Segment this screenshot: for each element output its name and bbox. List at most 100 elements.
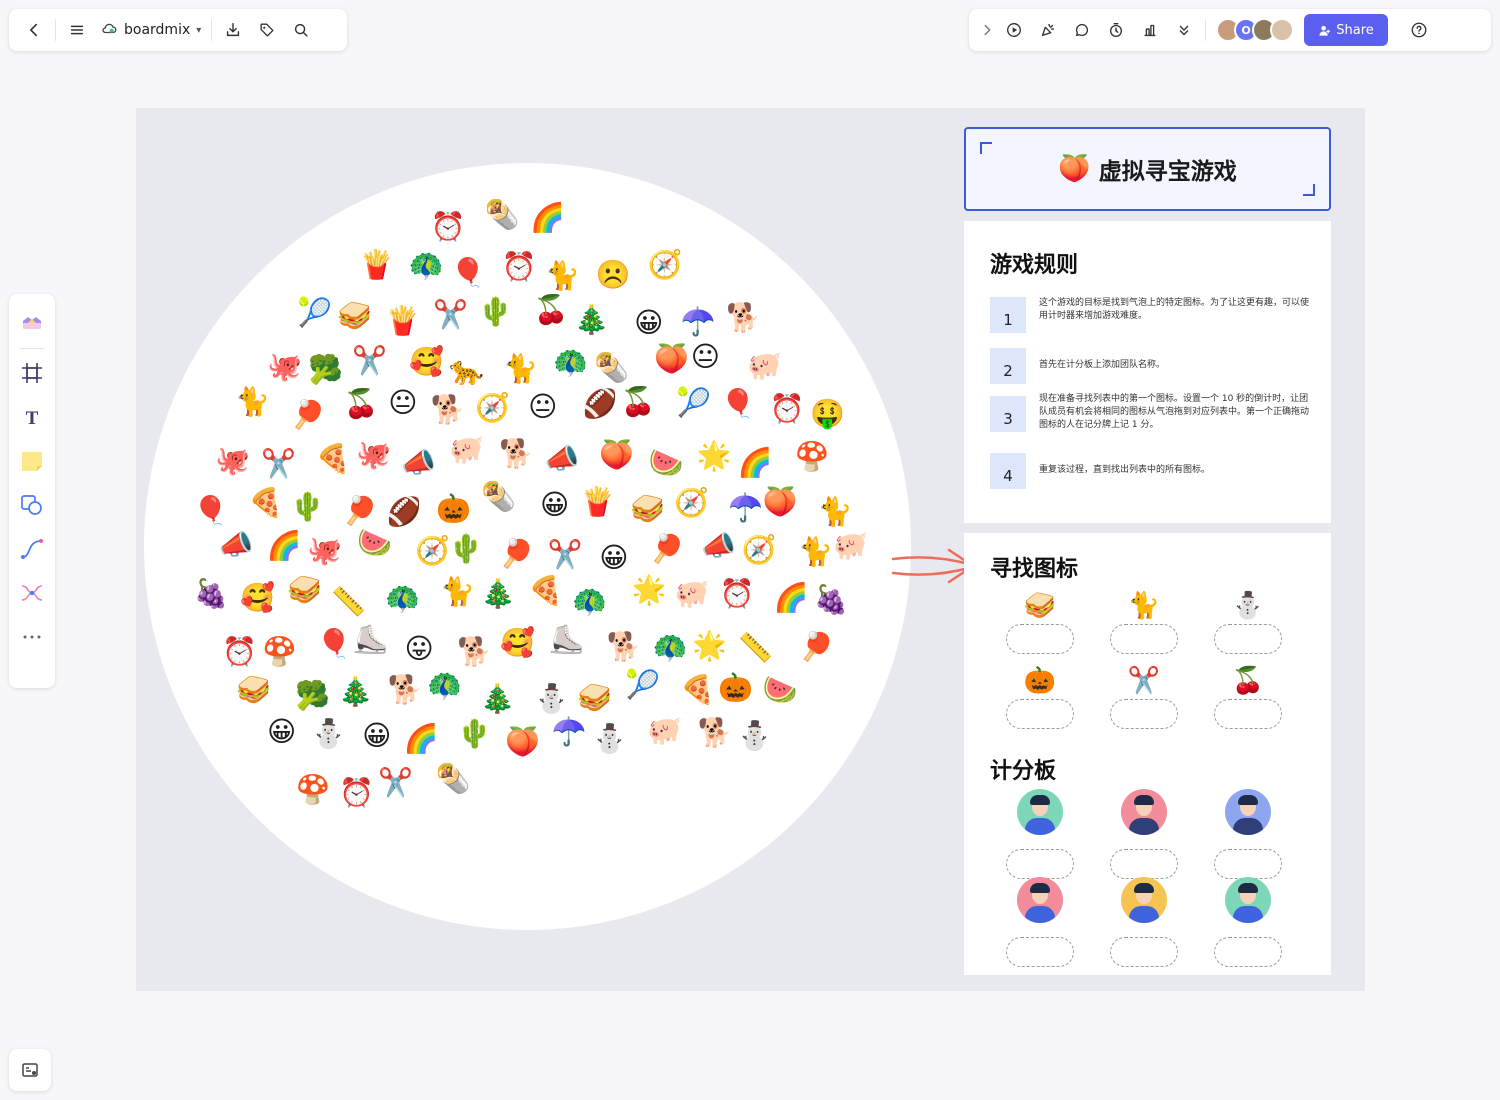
drop-slot[interactable] [1006,624,1074,654]
back-icon[interactable] [17,14,51,46]
bubble-emoji[interactable]: 🍇 [194,580,229,614]
chevron-right-icon[interactable] [977,14,997,46]
shapes-tool-icon[interactable] [15,483,49,527]
bubble-emoji[interactable]: 🥪 [577,683,612,718]
bubble-emoji[interactable]: 🎈 [450,259,485,293]
collaborator-avatars[interactable]: O [1216,18,1294,42]
bubble-emoji[interactable]: 😀 [265,717,299,752]
bubble-emoji[interactable]: 📣 [544,444,579,479]
bubble-emoji[interactable]: 🍇 [814,586,849,620]
target-icon-slot[interactable]: ⛄ [1214,591,1282,654]
bubble-emoji[interactable]: 🍒 [343,390,378,424]
bubble-emoji[interactable]: 🌯 [485,201,520,235]
bubble-emoji[interactable]: 🐖 [833,531,868,566]
bubble-emoji[interactable]: 🍟 [580,488,615,522]
minimap-toggle-icon[interactable] [9,1049,51,1091]
bubble-emoji[interactable]: ⏰ [339,778,374,813]
bubble-emoji[interactable]: ✂️ [548,540,583,575]
bubble-emoji[interactable]: 😀 [360,721,394,756]
bubble-emoji[interactable]: 😀 [632,309,666,343]
timer-icon[interactable] [1099,14,1133,46]
bubble-emoji[interactable]: 🎃 [718,673,753,708]
bubble-emoji[interactable]: ✂️ [378,768,413,803]
download-icon[interactable] [216,14,250,46]
bubble-emoji[interactable]: 🏓 [291,401,326,435]
bubble-emoji[interactable]: 🌯 [594,353,629,388]
score-slot[interactable] [1006,937,1074,967]
bubble-emoji[interactable]: 🐈 [503,354,538,389]
bubble-emoji[interactable]: ⏰ [222,638,257,672]
tag-icon[interactable] [250,14,284,46]
bubble-emoji[interactable]: ☂️ [728,493,763,528]
bubble-emoji[interactable]: 🎾 [297,299,332,333]
bubble-emoji[interactable]: 🥰 [409,348,444,382]
drop-slot[interactable] [1214,624,1282,654]
bubble-emoji[interactable]: 🐈 [440,577,475,612]
bubble-emoji[interactable]: 🐈 [235,388,270,422]
bubble-emoji[interactable]: 🐆 [449,356,484,391]
bubble-emoji[interactable]: 🐙 [215,446,250,481]
bubble-emoji[interactable]: 🐙 [356,440,391,475]
frame-tool-icon[interactable] [15,351,49,395]
bubble-emoji[interactable]: 🍉 [763,675,798,710]
bubble-emoji[interactable]: ⛄ [534,684,569,719]
emoji-bubble[interactable]: ⏰ 🌯 🌈 🍟 🦚 🎈 ⏰ 🐈 ☹️ 🧭 🎾 🥪 🍟 ✂️ 🌵 🍒 🎄 😀 ☂️ 🐕 🐙 🥦 ✂️ 🥰 🐆 🐈 🦚 🌯 🍑 😐 🐖 🐈 🏓 🍒 😐 🐕… [144,163,911,930]
bubble-emoji[interactable]: 🌵 [290,493,325,527]
bubble-emoji[interactable]: 🐙 [307,537,342,571]
bubble-emoji[interactable]: 🐖 [675,580,710,614]
bubble-emoji[interactable]: 🎈 [317,629,352,664]
bubble-emoji[interactable]: 🥰 [500,628,535,663]
bubble-emoji[interactable]: ⛸️ [353,626,388,660]
bubble-emoji[interactable]: ⛸️ [549,625,584,660]
sticky-note-icon[interactable] [15,439,49,483]
bubble-emoji[interactable]: 🍄 [296,776,331,810]
bubble-emoji[interactable]: 🧭 [742,535,777,570]
bubble-emoji[interactable]: 🌈 [404,725,439,759]
vote-icon[interactable] [1133,14,1167,46]
bubble-emoji[interactable]: 😀 [538,490,572,525]
bubble-emoji[interactable]: 🍟 [359,250,394,285]
score-slot[interactable] [1110,937,1178,967]
find-icons-card[interactable]: 寻找图标 🥪 🐈 ⛄ 🎃 ✂️ 🍒 计分板 [964,533,1331,975]
scoreboard-player[interactable] [1214,789,1282,879]
bubble-emoji[interactable]: 🥪 [337,301,372,336]
bubble-emoji[interactable]: 🐖 [449,436,484,470]
bubble-emoji[interactable]: 🎈 [193,497,228,531]
bubble-emoji[interactable]: 🎾 [676,389,711,423]
mind-map-icon[interactable] [15,571,49,615]
bubble-emoji[interactable]: 🦚 [572,587,607,622]
bubble-emoji[interactable]: 😐 [386,388,420,423]
bubble-emoji[interactable]: ☂️ [552,718,587,752]
bubble-emoji[interactable]: 🎈 [720,389,755,424]
bubble-emoji[interactable]: 🐕 [698,718,733,753]
bubble-emoji[interactable]: 📏 [331,587,366,622]
bubble-emoji[interactable]: 🐈 [545,261,580,296]
scoreboard-player[interactable] [1006,877,1074,967]
bubble-emoji[interactable]: 🥰 [240,584,275,618]
bubble-emoji[interactable]: 😀 [597,543,631,578]
bubble-emoji[interactable]: 🧭 [648,250,683,285]
bubble-emoji[interactable]: 🥪 [287,576,322,610]
bubble-emoji[interactable]: 🥦 [308,356,343,390]
bubble-emoji[interactable]: ☹️ [596,261,631,295]
bubble-emoji[interactable]: 🍉 [357,529,392,563]
bubble-emoji[interactable]: 🍄 [795,442,830,477]
bubble-emoji[interactable]: 😐 [688,343,722,377]
bubble-emoji[interactable]: 🌟 [692,632,727,666]
search-icon[interactable] [284,14,318,46]
bubble-emoji[interactable]: 🍕 [680,675,715,710]
bubble-emoji[interactable]: 🍉 [649,449,684,483]
drop-slot[interactable] [1110,624,1178,654]
bubble-emoji[interactable]: 🥪 [630,494,665,529]
target-icon-slot[interactable]: ✂️ [1110,666,1178,729]
bubble-emoji[interactable]: 🍟 [385,307,420,341]
bubble-emoji[interactable]: 🌈 [267,531,302,566]
target-icon-slot[interactable]: 🍒 [1214,666,1282,729]
bubble-emoji[interactable]: 😐 [526,392,560,427]
bubble-emoji[interactable]: ⏰ [770,394,805,429]
bubble-emoji[interactable]: 🌟 [632,576,667,610]
bubble-emoji[interactable]: 🌈 [530,203,565,238]
bubble-emoji[interactable]: 🥪 [236,676,271,710]
bubble-emoji[interactable]: ⏰ [431,212,466,247]
help-icon[interactable] [1402,14,1436,46]
